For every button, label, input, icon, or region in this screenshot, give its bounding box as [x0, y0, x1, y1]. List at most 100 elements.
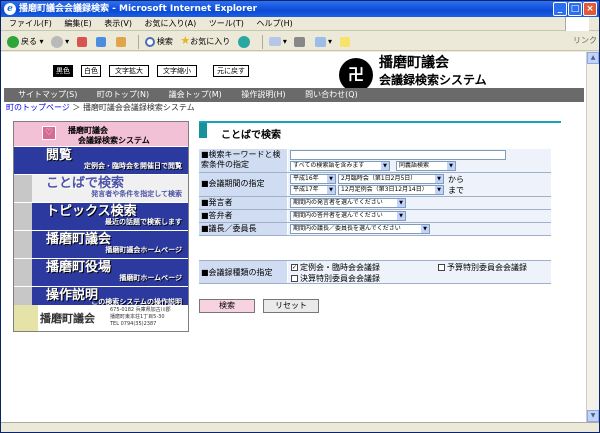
sidebar-item-title: 播磨町議会	[46, 232, 112, 247]
respondent-select[interactable]: 期間内の答弁者を選んでください ▼	[290, 211, 406, 221]
row-record-type: ■会議録種類の指定 ✓ 定例会・臨時会会議録 予算特別委員会会議録 決算特別委員会…	[199, 260, 551, 284]
to-session-select[interactable]: 12月定例会（第3日12月14日） ▼	[338, 185, 444, 195]
record-type-label: ■会議録種類の指定	[199, 261, 287, 283]
checkbox-unchecked	[438, 264, 445, 271]
forward-button[interactable]: ▾	[51, 32, 69, 52]
chevron-down-icon: ▼	[327, 186, 335, 194]
site-logo[interactable]: 卍 播磨町議会 会議録検索システム	[339, 54, 584, 92]
print-button[interactable]	[294, 32, 307, 52]
menu-file[interactable]: ファイル(F)	[9, 19, 52, 28]
nav-town-top[interactable]: 町のトップ(N)	[97, 90, 149, 99]
keyword-input[interactable]	[290, 150, 506, 160]
refresh-button[interactable]	[96, 32, 108, 52]
text-reset-button[interactable]: 元に戻す	[213, 65, 249, 77]
keyword-mode-select[interactable]: すべての検索語を含みます ▼	[290, 161, 390, 171]
from-year-select[interactable]: 平成16年 ▼	[290, 174, 336, 184]
note-icon	[339, 36, 350, 47]
menu-help[interactable]: ヘルプ(H)	[256, 19, 292, 28]
menu-view[interactable]: 表示(V)	[104, 19, 132, 28]
breadcrumb-current: 播磨町議会会議録検索システム	[82, 103, 195, 112]
sidebar-item-browse[interactable]: 閲覧 定例会・臨時会を開催日で閲覧	[14, 146, 188, 174]
vertical-scrollbar[interactable]: ▲ ▼	[586, 52, 599, 422]
footer-address: 675-0182 兵庫県加古川郡 播磨町東本荘1丁目5-30 TEL 0794(…	[110, 307, 171, 327]
breadcrumb-home-link[interactable]: 町のトップページ	[6, 103, 70, 112]
checkbox-settlement-committee[interactable]: 決算特別委員会会議録	[291, 273, 380, 284]
windows-logo-icon	[565, 17, 589, 31]
reset-button[interactable]: リセット	[263, 299, 319, 313]
nav-council-top[interactable]: 議会トップ(M)	[169, 90, 222, 99]
record-type-form: ■会議録種類の指定 ✓ 定例会・臨時会会議録 予算特別委員会会議録 決算特別委員会…	[199, 260, 551, 284]
footer-accent	[14, 305, 38, 331]
sidebar-item-council-home[interactable]: 播磨町議会 播磨町議会ホームページ	[14, 230, 188, 258]
checkbox-regular-session[interactable]: ✓ 定例会・臨時会会議録	[291, 262, 380, 273]
row-chair: ■議長／委員長 期間内の議長／委員長を選んでください ▼	[199, 223, 551, 236]
to-suffix: まで	[448, 186, 464, 195]
mail-icon	[268, 37, 281, 46]
chair-select[interactable]: 期間内の議長／委員長を選んでください ▼	[290, 224, 430, 234]
menu-edit[interactable]: 編集(E)	[64, 19, 91, 28]
chevron-down-icon: ▼	[435, 175, 443, 183]
row-keyword: ■検索キーワードと検索条件の指定 すべての検索語を含みます ▼ 同義語検索 ▼	[199, 149, 551, 173]
form-heading: ことばで検索	[199, 121, 561, 141]
browser-window: e 播磨町議会会議録検索 - Microsoft Internet Explor…	[0, 0, 600, 433]
nav-sitemap[interactable]: サイトマップ(S)	[18, 90, 77, 99]
favorites-button[interactable]: ★お気に入り	[180, 31, 230, 52]
sidebar-item-town-office[interactable]: 播磨町役場 播磨町ホームページ	[14, 258, 188, 286]
text-enlarge-button[interactable]: 文字拡大	[109, 65, 149, 77]
search-button[interactable]: 検索	[144, 32, 173, 52]
note-button[interactable]	[339, 32, 352, 52]
sidebar-item-desc: 発言者や条件を指定して検索	[91, 190, 182, 198]
sidebar-item-topics-search[interactable]: トピックス検索 最近の話題で検索します	[14, 202, 188, 230]
maximize-button[interactable]: □	[568, 2, 582, 16]
period-label: ■会議期間の指定	[199, 173, 287, 196]
stop-button[interactable]	[76, 32, 89, 52]
logo-name: 播磨町議会	[379, 55, 449, 71]
links-label[interactable]: リンク	[573, 31, 597, 51]
history-button[interactable]	[237, 32, 252, 52]
color-white-button[interactable]: 白色	[81, 65, 101, 77]
search-icon	[144, 36, 155, 47]
ie-icon: e	[4, 3, 16, 15]
minimize-button[interactable]: _	[553, 2, 567, 16]
search-submit-button[interactable]: 検索	[199, 299, 255, 313]
row-respondent: ■答弁者 期間内の答弁者を選んでください ▼	[199, 210, 551, 223]
scroll-up-icon[interactable]: ▲	[587, 52, 599, 64]
close-button[interactable]: ×	[583, 2, 597, 16]
menu-favorites[interactable]: お気に入り(A)	[145, 19, 197, 28]
browser-toolbar: 戻る ▾ ▾ 検索 ★お気に入り ▾ ▾ リンク	[1, 31, 599, 52]
from-session-select[interactable]: 2月臨時会（第1日2月5日） ▼	[338, 174, 444, 184]
home-button[interactable]	[115, 32, 128, 52]
star-icon: ★	[180, 34, 191, 47]
chevron-down-icon: ▼	[397, 199, 405, 207]
back-button[interactable]: 戻る ▾	[7, 32, 44, 52]
text-shrink-button[interactable]: 文字縮小	[157, 65, 197, 77]
chevron-down-icon: ▼	[397, 212, 405, 220]
speaker-select[interactable]: 期間内の発言者を選んでください ▼	[290, 198, 406, 208]
home-icon	[115, 36, 126, 47]
status-bar	[1, 422, 599, 432]
toolbar-separator	[138, 34, 140, 49]
color-black-button[interactable]: 黒色	[53, 65, 73, 77]
row-speaker: ■発言者 期間内の発言者を選んでください ▼	[199, 197, 551, 210]
title-bar: e 播磨町議会会議録検索 - Microsoft Internet Explor…	[1, 1, 599, 17]
sidebar: ♡ 播磨町議会 会議録検索システム 閲覧 定例会・臨時会を開催日で閲覧 ことばで…	[13, 121, 189, 332]
mail-button[interactable]: ▾	[268, 32, 287, 52]
menu-tools[interactable]: ツール(T)	[209, 19, 244, 28]
toolbar-separator	[262, 34, 264, 49]
logo-subtitle: 会議録検索システム	[379, 73, 487, 87]
nav-help[interactable]: 操作説明(H)	[241, 90, 285, 99]
synonym-select[interactable]: 同義語検索 ▼	[396, 161, 456, 171]
edit-icon	[315, 36, 327, 47]
scroll-down-icon[interactable]: ▼	[587, 410, 599, 422]
edit-button[interactable]: ▾	[315, 32, 332, 52]
speaker-label: ■発言者	[199, 197, 287, 209]
nav-contact[interactable]: 問い合わせ(Q)	[305, 90, 358, 99]
sidebar-item-help[interactable]: 操作説明 この検索システムの操作説明	[14, 286, 188, 306]
sidebar-item-keyword-search[interactable]: ことばで検索 発言者や条件を指定して検索	[14, 174, 188, 202]
active-indicator	[14, 175, 32, 202]
checkbox-budget-committee[interactable]: 予算特別委員会会議録	[438, 262, 527, 273]
breadcrumb: 町のトップページ ＞ 播磨町議会会議録検索システム	[6, 102, 195, 114]
checkbox-unchecked	[291, 275, 298, 282]
form-title: ことばで検索	[221, 130, 281, 141]
to-year-select[interactable]: 平成17年 ▼	[290, 185, 336, 195]
